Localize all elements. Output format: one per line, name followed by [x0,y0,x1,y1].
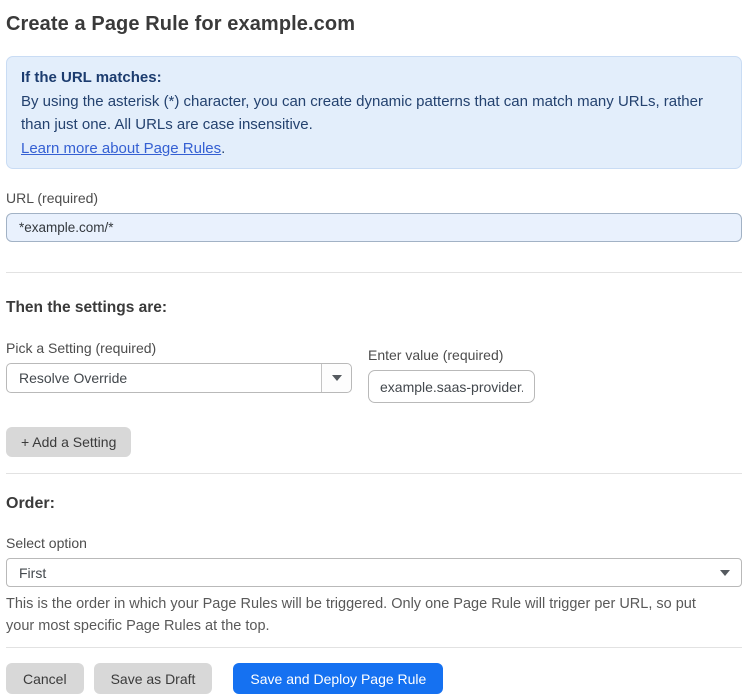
caret-down-icon [331,375,342,381]
divider [6,647,742,648]
setting-select-column: Pick a Setting (required) Resolve Overri… [6,340,352,393]
setting-value-input[interactable] [368,370,535,403]
order-select[interactable]: First [6,558,742,587]
add-setting-button[interactable]: + Add a Setting [6,427,132,457]
setting-select-label: Pick a Setting (required) [6,340,157,356]
order-help-text: This is the order in which your Page Rul… [6,596,696,634]
url-input[interactable] [6,213,742,242]
order-section-heading: Order: [6,495,55,512]
order-select-label: Select option [6,535,87,551]
divider [6,272,742,273]
order-select-arrow-wrap [720,569,741,576]
order-select-value: First [19,564,47,581]
caret-down-icon [720,569,730,576]
setting-select[interactable]: Resolve Override [6,363,352,393]
url-field-label: URL (required) [6,190,99,206]
info-box-body: By using the asterisk (*) character, you… [21,92,703,134]
page-title: Create a Page Rule for example.com [6,13,356,35]
setting-select-arrow-cell [321,364,351,392]
setting-select-value: Resolve Override [19,370,128,386]
info-box-heading: If the URL matches: [21,69,162,86]
create-page-rule-panel: Create a Page Rule for example.com If th… [0,0,750,694]
link-suffix: . [221,139,226,157]
divider [6,473,742,474]
save-as-draft-button[interactable]: Save as Draft [93,663,213,694]
setting-value-column: Enter value (required) [368,340,535,403]
url-match-info-box: If the URL matches: By using the asteris… [6,56,742,169]
footer-actions: Cancel Save as Draft Save and Deploy Pag… [6,663,742,694]
value-field-label: Enter value (required) [368,347,504,363]
cancel-button[interactable]: Cancel [6,663,84,694]
save-and-deploy-button[interactable]: Save and Deploy Page Rule [233,663,444,694]
settings-section-heading: Then the settings are: [6,299,168,316]
learn-more-link[interactable]: Learn more about Page Rules [21,140,221,157]
info-box-link-line: Learn more about Page Rules. [21,137,727,161]
settings-row: Pick a Setting (required) Resolve Overri… [6,340,742,403]
